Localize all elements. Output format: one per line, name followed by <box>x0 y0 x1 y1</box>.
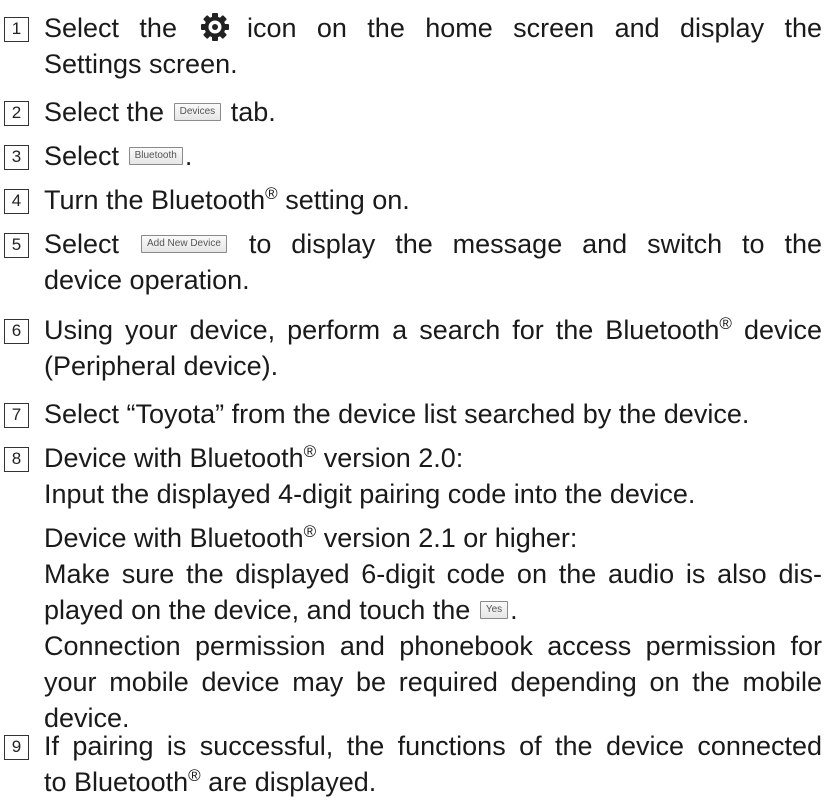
step-text: . <box>510 595 518 625</box>
registered-mark: ® <box>303 442 317 461</box>
step-text: Select the <box>44 97 165 127</box>
step-text: to Bluetooth <box>44 767 189 797</box>
step-text: If pairing is successful, the functions … <box>44 731 822 761</box>
step-text: Input the displayed 4-digit pairing code… <box>44 479 696 509</box>
step-text: Select “Toyota” from the device list sea… <box>44 399 750 429</box>
step-text: Using your device, perform a search for … <box>44 315 720 345</box>
step-text: . <box>184 141 193 171</box>
step-number: 4 <box>4 189 29 214</box>
step-number: 2 <box>4 101 29 126</box>
step-text: Make sure the displayed 6-digit code on … <box>44 559 822 589</box>
step-number: 8 <box>4 447 29 472</box>
step-text: icon on the home screen and display the <box>246 13 822 43</box>
step-text: your mobile device may be required depen… <box>44 667 822 697</box>
step-text: setting on. <box>285 185 410 215</box>
step-text: device <box>743 315 822 345</box>
step-text: version 2.1 or higher: <box>323 523 578 553</box>
step-text: Settings screen. <box>44 49 238 79</box>
bluetooth-button[interactable]: Bluetooth <box>128 146 183 165</box>
step-number: 5 <box>4 233 29 258</box>
step-text: Device with Bluetooth <box>44 523 304 553</box>
step-number: 6 <box>4 319 29 344</box>
gear-icon <box>197 12 233 42</box>
step-text: Select <box>44 229 120 259</box>
step-text: played on the device, and touch the <box>44 595 471 625</box>
add-new-device-button[interactable]: Add New Device <box>140 234 227 253</box>
registered-mark: ® <box>188 766 201 785</box>
step-text: device operation. <box>44 265 250 295</box>
step-text: Select the <box>44 13 177 43</box>
step-number: 3 <box>4 145 29 170</box>
step-text: Device with Bluetooth <box>44 443 304 473</box>
step-number: 9 <box>4 735 29 760</box>
step-number: 7 <box>4 403 29 428</box>
step-text: are displayed. <box>208 767 377 797</box>
registered-mark: ® <box>265 184 278 203</box>
step-text: version 2.0: <box>323 443 464 473</box>
step-text: Connection permission and phonebook acce… <box>44 631 822 661</box>
step-text: (Peripheral device). <box>44 351 279 381</box>
step-number: 1 <box>4 17 29 42</box>
step-text: tab. <box>230 97 276 127</box>
step-text: Select <box>44 141 120 171</box>
step-text: to display the message and switch to the <box>248 229 822 259</box>
registered-mark: ® <box>719 314 732 333</box>
registered-mark: ® <box>303 522 317 541</box>
step-text: Turn the Bluetooth <box>44 185 266 215</box>
yes-button[interactable]: Yes <box>479 600 509 619</box>
devices-tab-button[interactable]: Devices <box>173 102 222 121</box>
